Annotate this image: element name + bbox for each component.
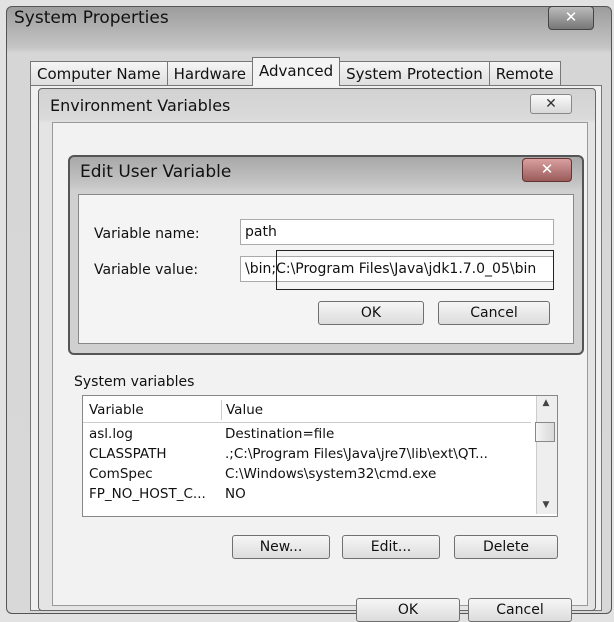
cell-value: Destination=file [225,426,335,442]
edit-button[interactable]: Edit... [342,535,440,559]
environment-variables-title: Environment Variables [50,96,231,115]
table-row[interactable]: asl.log Destination=file [83,424,531,444]
tab-hardware[interactable]: Hardware [166,61,254,86]
tab-strip: Computer Name Hardware Advanced System P… [30,57,561,86]
cell-value: C:\Windows\system32\cmd.exe [225,466,437,482]
delete-button[interactable]: Delete [454,535,558,559]
close-icon: ✕ [545,96,557,112]
cell-variable: CLASSPATH [89,446,167,462]
system-properties-title: System Properties [14,8,169,28]
cell-value: .;C:\Program Files\Java\jre7\lib\ext\QT.… [225,446,488,462]
variable-name-label: Variable name: [94,226,200,242]
variable-name-input[interactable]: path [240,219,554,245]
table-header: Variable Value [83,400,531,423]
table-row[interactable]: CLASSPATH .;C:\Program Files\Java\jre7\l… [83,444,531,464]
system-variables-label: System variables [74,374,195,390]
close-icon: ✕ [540,160,554,178]
new-button[interactable]: New... [232,535,330,559]
variable-value-label: Variable value: [94,262,199,278]
table-row[interactable]: ComSpec C:\Windows\system32\cmd.exe [83,464,531,484]
system-variables-table[interactable]: Variable Value asl.log Destination=file … [82,395,558,517]
scrollbar-thumb[interactable] [535,422,555,442]
cell-value: NO [225,486,246,502]
column-header-variable[interactable]: Variable [89,400,223,420]
edit-ok-button[interactable]: OK [318,301,424,325]
column-header-value[interactable]: Value [221,400,532,420]
cell-variable: FP_NO_HOST_C... [89,486,206,502]
highlight-box [276,250,554,290]
system-properties-close-button[interactable]: ✕ [548,6,594,30]
cell-variable: asl.log [89,426,133,442]
tab-system-protection[interactable]: System Protection [339,61,490,86]
edit-user-variable-close-button[interactable]: ✕ [522,158,572,182]
scroll-down-arrow-icon[interactable]: ▼ [536,500,556,510]
tab-advanced[interactable]: Advanced [252,57,341,86]
close-icon: ✕ [564,8,578,26]
ok-button[interactable]: OK [356,598,460,622]
vertical-scrollbar[interactable] [536,396,557,514]
environment-variables-close-button[interactable]: ✕ [530,94,572,114]
scroll-up-arrow-icon[interactable]: ▲ [536,398,556,408]
cell-variable: ComSpec [89,466,153,482]
table-row[interactable]: FP_NO_HOST_C... NO [83,484,531,504]
edit-cancel-button[interactable]: Cancel [438,301,550,325]
tab-computer-name[interactable]: Computer Name [30,61,168,86]
tab-remote[interactable]: Remote [488,61,561,86]
cancel-button[interactable]: Cancel [468,598,572,622]
edit-user-variable-title: Edit User Variable [80,162,232,182]
